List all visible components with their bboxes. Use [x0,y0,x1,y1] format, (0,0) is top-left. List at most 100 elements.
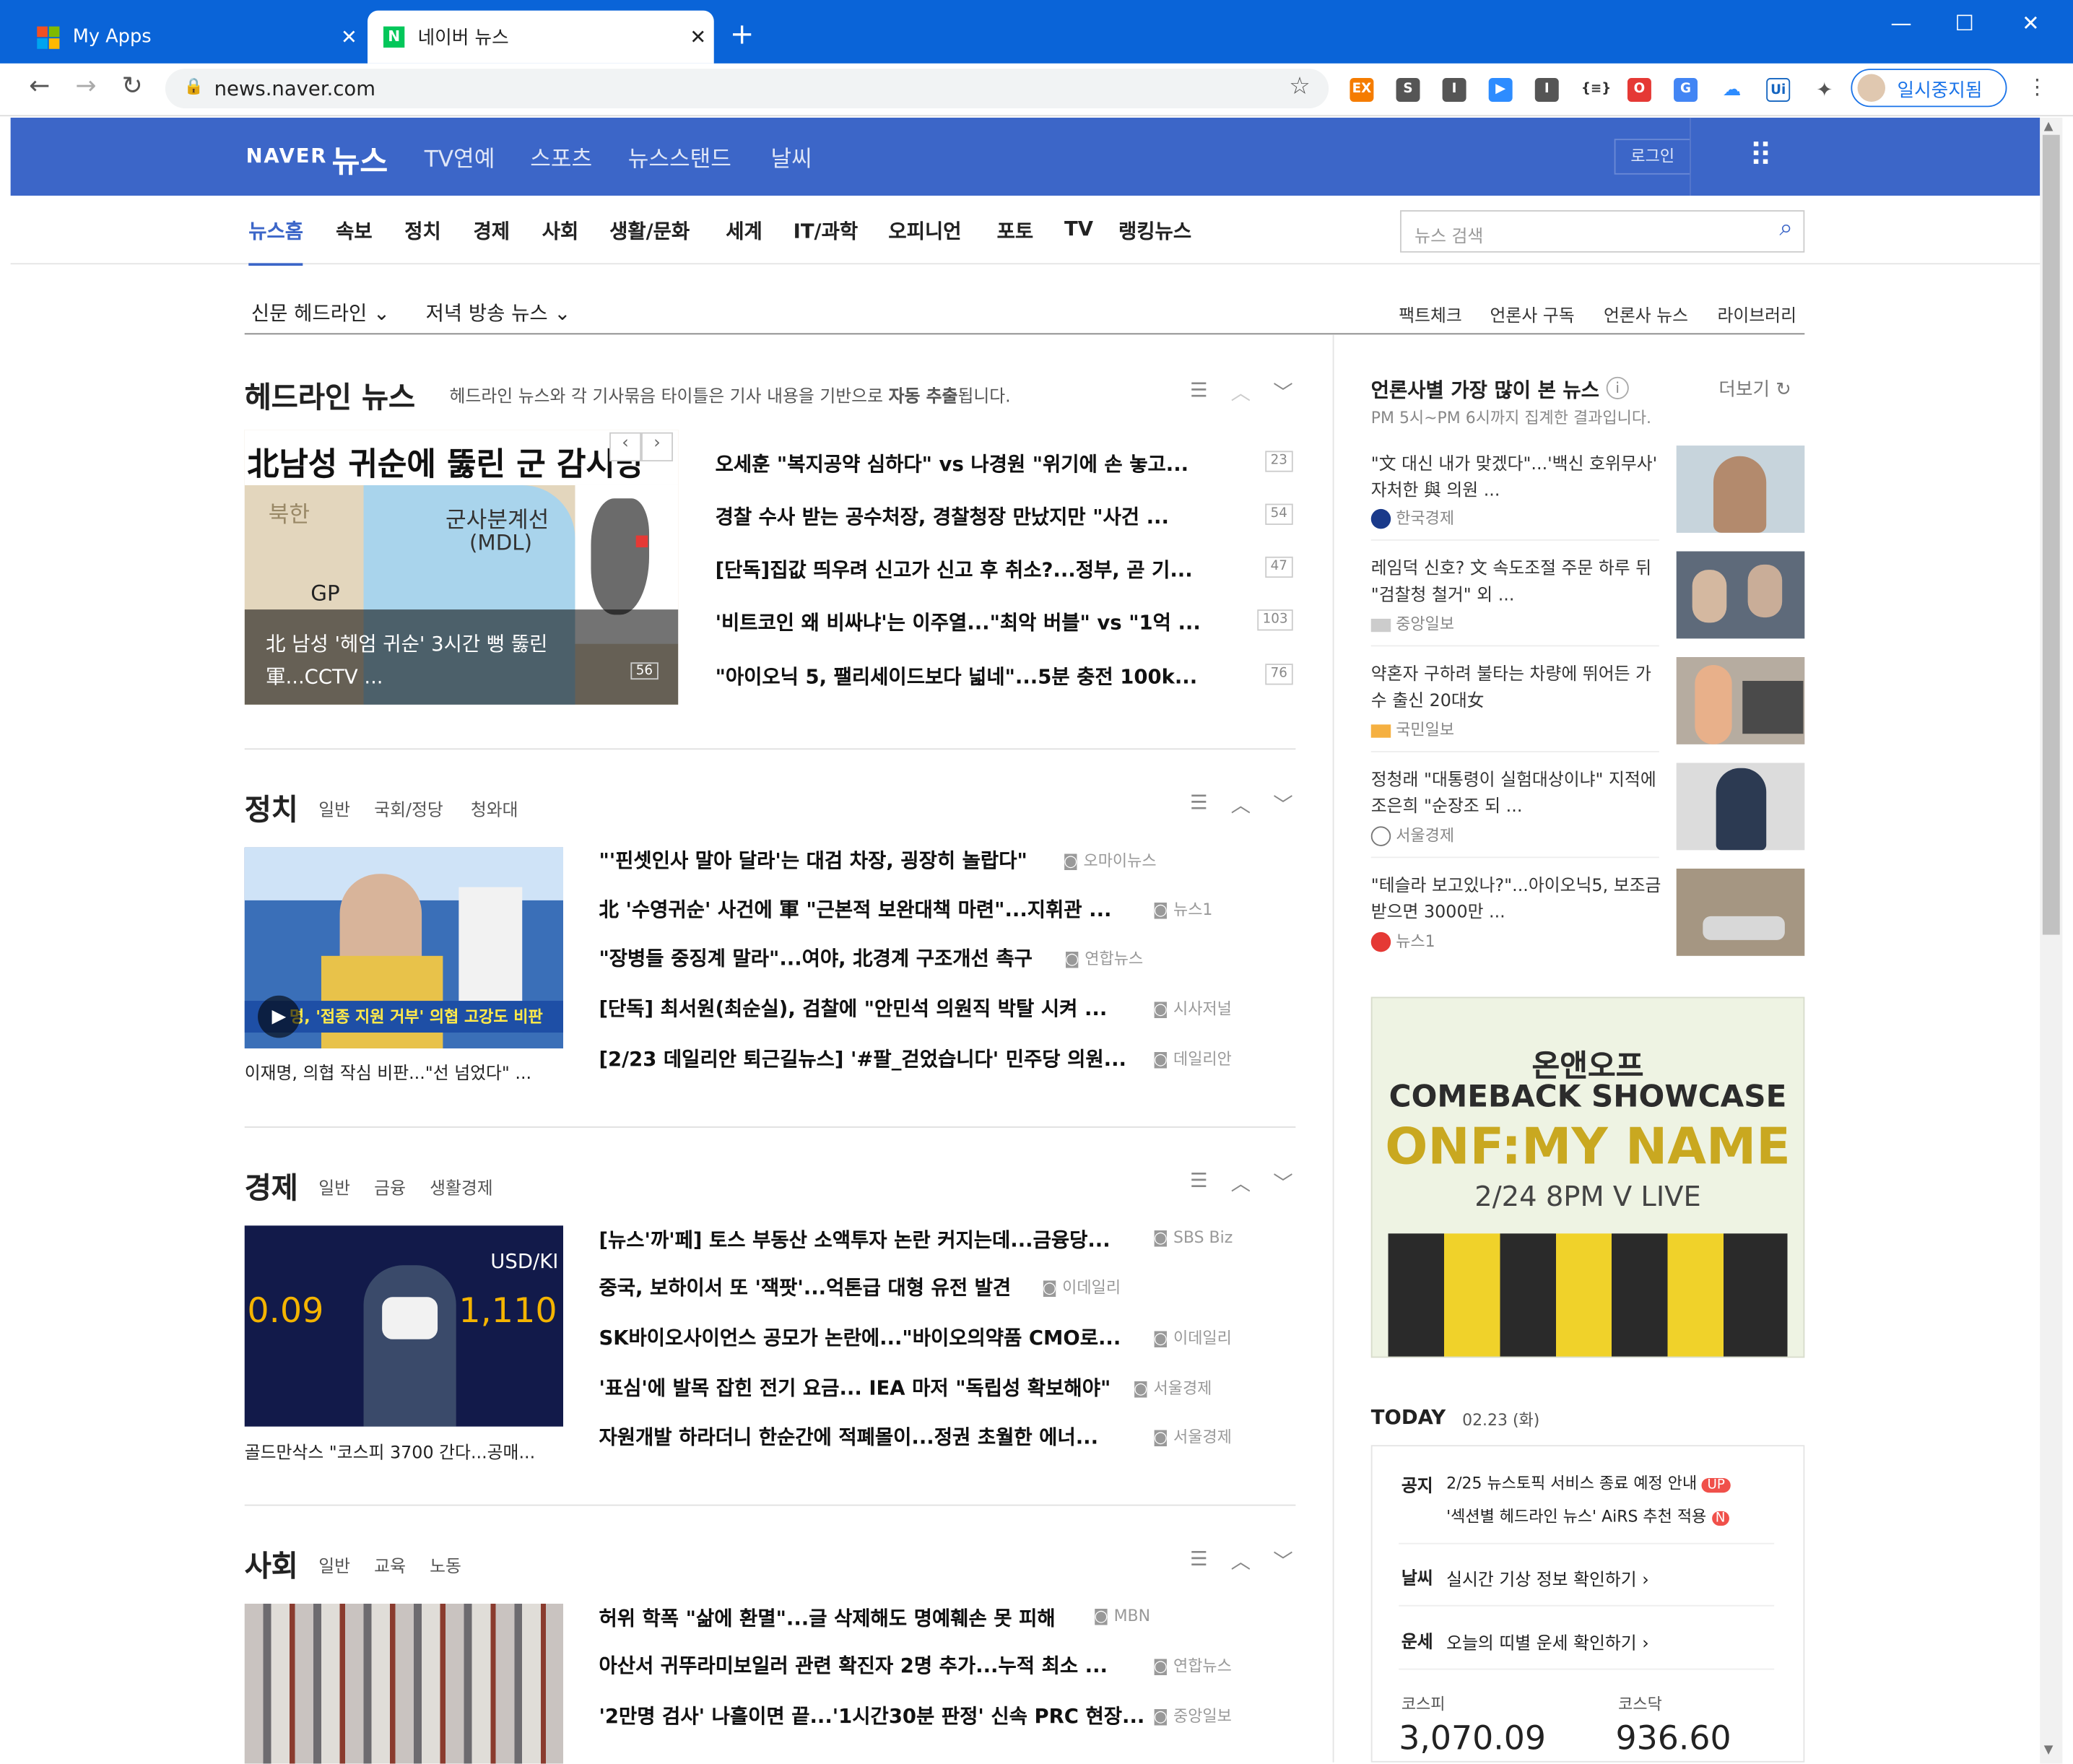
minimize-button[interactable]: — [1874,11,1927,36]
naver-logo[interactable]: NAVER [246,144,328,168]
subsection-link[interactable]: 노동 [430,1552,461,1577]
list-icon[interactable]: ☰ [1190,791,1208,814]
article-link[interactable]: '표심'에 발목 잡힌 전기 요금... IEA 마저 "독립성 확보해야" [599,1373,1111,1401]
close-tab-icon[interactable]: ✕ [682,25,714,49]
weather-link[interactable]: 실시간 기상 정보 확인하기 › [1446,1565,1649,1590]
close-window-button[interactable]: ✕ [2004,11,2057,36]
notice-link[interactable]: 2/25 뉴스토픽 서비스 종료 예정 안내 UP [1446,1472,1731,1494]
thumbnail-caption[interactable]: 골드만삭스 "코스피 3700 간다...공매... [245,1438,535,1463]
profile-button[interactable]: 일시중지됨 [1851,69,2007,108]
link-press-subscribe[interactable]: 언론사 구독 [1490,301,1575,326]
translate-icon[interactable]: G [1674,78,1698,102]
headline-item[interactable]: 오세훈 "복지공약 심하다" vs 나경원 "위기에 손 놓고... [716,450,1189,477]
link-library[interactable]: 라이브러리 [1717,301,1796,326]
most-viewed-item[interactable]: "테슬라 보고있나?"...아이오닉5, 보조금 받으면 3000만 ... [1371,874,1664,926]
chevron-down-icon[interactable]: ﹀ [1273,1169,1292,1196]
gnb-photo[interactable]: 포토 [997,217,1034,244]
subsection-link[interactable]: 일반 [318,796,350,821]
gnb-economy[interactable]: 경제 [473,217,510,244]
chevron-up-icon[interactable]: ︿ [1231,378,1251,406]
section-title-society[interactable]: 사회 [245,1543,298,1586]
gnb-home[interactable]: 뉴스홈 [248,217,304,266]
article-link[interactable]: [2/23 데일리안 퇴근길뉴스] '#팔_걷었습니다' 민주당 의원... [599,1044,1126,1072]
most-viewed-thumbnail[interactable] [1676,551,1805,639]
chevron-up-icon[interactable]: ︿ [1231,791,1251,818]
list-icon[interactable]: ☰ [1190,1547,1208,1570]
list-icon[interactable]: ☰ [1190,1169,1208,1193]
most-viewed-thumbnail[interactable] [1676,446,1805,533]
article-link[interactable]: '2만명 검사' 나흘이면 끝...'1시간30분 판정' 신속 PRC 현장.… [599,1701,1144,1729]
headline-item[interactable]: '비트코인 왜 비싸냐'는 이주열..."최악 버블" vs "1억 ... [716,608,1201,635]
gnb-life[interactable]: 생활/문화 [609,217,690,244]
prev-icon[interactable]: ‹ [609,432,642,462]
chevron-down-icon[interactable]: ﹀ [1273,791,1292,818]
top-nav-tv[interactable]: TV연예 [425,140,495,173]
article-link[interactable]: "장병들 중징계 말라"...여야, 北경계 구조개선 촉구 [599,944,1032,971]
extension-ex-icon[interactable]: EX [1350,78,1374,102]
article-link[interactable]: [뉴스'까'페] 토스 부동산 소액투자 논란 커지는데...금융당... [599,1225,1110,1253]
gnb-politics[interactable]: 정치 [404,217,441,244]
news-logo[interactable]: 뉴스 [332,136,388,181]
extension-i2-icon[interactable]: I [1534,78,1559,102]
article-link[interactable]: 아산서 귀뚜라미보일러 관련 확진자 2명 추가...누적 최소 ... [599,1651,1108,1679]
info-icon[interactable]: i [1606,376,1629,399]
maximize-button[interactable]: ☐ [1938,11,1991,36]
link-factcheck[interactable]: 팩트체크 [1399,301,1462,326]
kosdaq-value[interactable]: 936.60 [1615,1719,1731,1757]
headline-item[interactable]: "아이오닉 5, 팰리세이드보다 넓네"...5분 충전 100k... [716,662,1198,690]
chevron-down-icon[interactable]: ﹀ [1273,1547,1292,1574]
gnb-breaking[interactable]: 속보 [336,217,373,244]
thumbnail-caption[interactable]: 이재명, 의협 작심 비판..."선 넘었다" ... [245,1059,531,1084]
top-nav-newsstand[interactable]: 뉴스스탠드 [628,140,731,173]
subsection-link[interactable]: 금융 [374,1174,406,1199]
star-icon[interactable]: ☆ [1289,73,1311,100]
fortune-link[interactable]: 오늘의 띠별 운세 확인하기 › [1446,1629,1649,1654]
article-link[interactable]: 北 '수영귀순' 사건에 軍 "근본적 보완대책 마련"...지휘관 ... [599,895,1111,923]
login-button[interactable]: 로그인 [1614,139,1691,175]
extension-i-icon[interactable]: I [1442,78,1466,102]
close-tab-icon[interactable]: ✕ [333,25,365,49]
subsection-link[interactable]: 교육 [374,1552,406,1577]
economy-thumbnail[interactable]: 0.09 1,110 USD/KI [244,1225,564,1427]
subsection-link[interactable]: 일반 [318,1174,350,1199]
politics-thumbnail[interactable]: 명, '접종 지원 거부' 의협 고강도 비판 ▶ [244,847,564,1048]
apps-grid-icon[interactable]: ⠿ [1749,137,1772,174]
reload-icon[interactable]: ↻ [121,71,142,100]
scroll-down-icon[interactable]: ▼ [2044,1744,2054,1757]
gnb-it[interactable]: IT/과학 [794,217,859,244]
article-link[interactable]: 중국, 보하이서 또 '잭팟'...억톤급 대형 유전 발견 [599,1273,1011,1300]
search-input[interactable]: 뉴스 검색 ⌕ [1400,210,1805,253]
ad-banner[interactable]: 온앤오프 COMEBACK SHOWCASE ONF:MY NAME 2/24 … [1370,996,1805,1358]
chevron-up-icon[interactable]: ︿ [1231,1169,1251,1196]
top-nav-weather[interactable]: 날씨 [770,140,812,173]
address-bar[interactable]: 🔒 news.naver.com ☆ [165,69,1329,109]
more-link[interactable]: 더보기 ↻ [1718,375,1791,402]
article-link[interactable]: SK바이오사이언스 공모가 논란에..."바이오의약품 CMO로... [599,1324,1121,1351]
gnb-opinion[interactable]: 오피니언 [888,217,961,244]
headline-photo[interactable]: 北남성 귀순에 뚫린 군 감시망 ‹ › 북한 군사분계선 (MDL) GP 北… [244,430,679,705]
most-viewed-item[interactable]: 정청래 "대통령이 실험대상이냐" 지적에 조은희 "순장조 되 ... [1371,768,1664,821]
tab-my-apps[interactable]: My Apps ✕ [24,11,365,64]
forward-icon[interactable]: → [75,71,96,100]
subsection-link[interactable]: 청와대 [471,796,518,821]
play-icon[interactable]: ▶ [258,995,300,1038]
top-nav-sports[interactable]: 스포츠 [530,140,592,173]
scrollbar-thumb[interactable] [2042,134,2060,935]
office-icon[interactable]: O [1627,78,1651,102]
gnb-ranking[interactable]: 랭킹뉴스 [1118,217,1191,244]
notice-link[interactable]: '섹션별 헤드라인 뉴스' AiRS 추천 적용 N [1446,1505,1729,1527]
dropdown-evening-broadcast[interactable]: 저녁 방송 뉴스 ⌄ [426,299,571,326]
most-viewed-item[interactable]: 약혼자 구하려 불타는 차량에 뛰어든 가수 출신 20대女 [1371,662,1664,715]
next-icon[interactable]: › [641,432,673,462]
extension-s-icon[interactable]: S [1396,78,1420,102]
cloud-icon[interactable]: ☁ [1720,78,1744,102]
chevron-down-icon[interactable]: ﹀ [1273,378,1292,406]
most-viewed-thumbnail[interactable] [1676,762,1805,851]
kospi-value[interactable]: 3,070.09 [1399,1719,1546,1757]
section-title-politics[interactable]: 정치 [245,786,298,829]
gnb-world[interactable]: 세계 [726,217,762,244]
most-viewed-thumbnail[interactable] [1676,657,1805,744]
menu-icon[interactable]: ⋮ [2027,74,2048,100]
subsection-link[interactable]: 생활경제 [430,1174,493,1199]
back-icon[interactable]: ← [29,71,50,100]
